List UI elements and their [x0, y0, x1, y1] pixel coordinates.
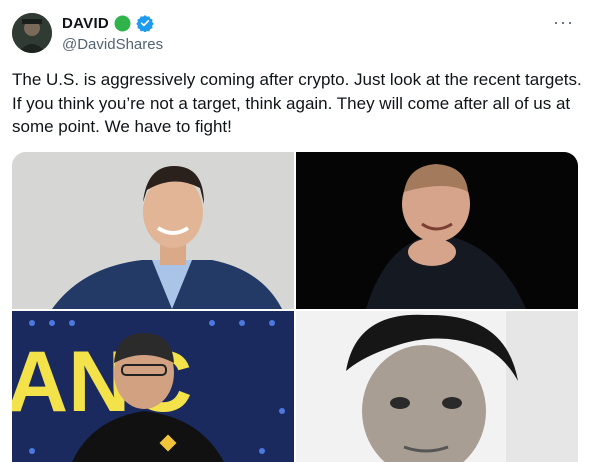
display-name[interactable]: DAVID: [62, 15, 109, 32]
photo-man-binance-backdrop[interactable]: ANC: [12, 311, 294, 462]
tweet-card: DAVID @DavidShares ··· The U.S. is aggre…: [0, 0, 600, 462]
photo-curly-hair-man-bw[interactable]: [296, 311, 578, 462]
avatar[interactable]: [12, 13, 52, 53]
media-grid: ANC: [12, 152, 578, 462]
avatar-image: [12, 13, 52, 53]
verified-check-icon: [136, 15, 154, 32]
green-circle-icon: [114, 15, 131, 31]
tweet-text: The U.S. is aggressively coming after cr…: [12, 70, 582, 136]
photo-man-hand-on-chin[interactable]: [296, 152, 578, 309]
author-row: DAVID: [62, 14, 154, 32]
photo-smiling-man-suit[interactable]: [12, 152, 294, 309]
more-options-icon[interactable]: ···: [553, 12, 574, 33]
author-handle[interactable]: @DavidShares: [62, 36, 163, 53]
